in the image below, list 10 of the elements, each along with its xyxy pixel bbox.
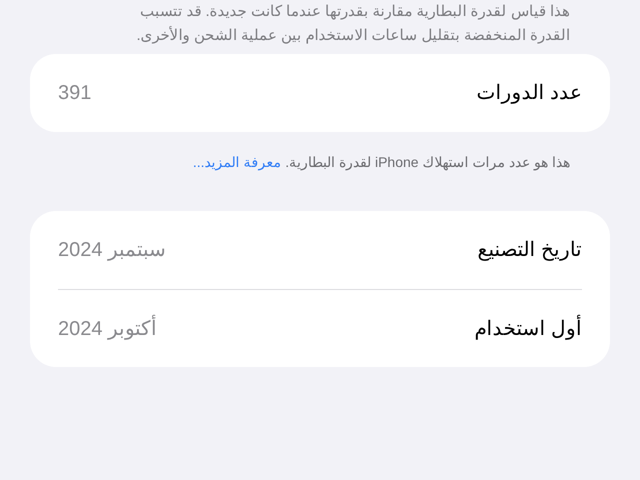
- row-value: سبتمبر 2024: [58, 238, 166, 263]
- row-label: تاريخ التصنيع: [477, 238, 582, 263]
- row-label: عدد الدورات: [476, 81, 582, 106]
- info-text: القدرة المنخفضة بتقليل ساعات الاستخدام بين عملية الشحن والأخرى.: [135, 25, 570, 46]
- row-value: 391: [58, 81, 92, 106]
- row-value: أكتوبر 2024: [58, 314, 158, 344]
- info-text: هذا هو عدد مرات استهلاك iPhone لقدرة البطارية. معرفة المزيد...: [192, 153, 571, 172]
- info-text: هذا قياس لقدرة البطارية مقارنة بقدرتها عندما كانت جديدة. قد تتسبب: [139, 2, 570, 22]
- learn-more-link[interactable]: معرفة المزيد...: [192, 154, 282, 170]
- row-label: أول استخدام: [474, 314, 582, 344]
